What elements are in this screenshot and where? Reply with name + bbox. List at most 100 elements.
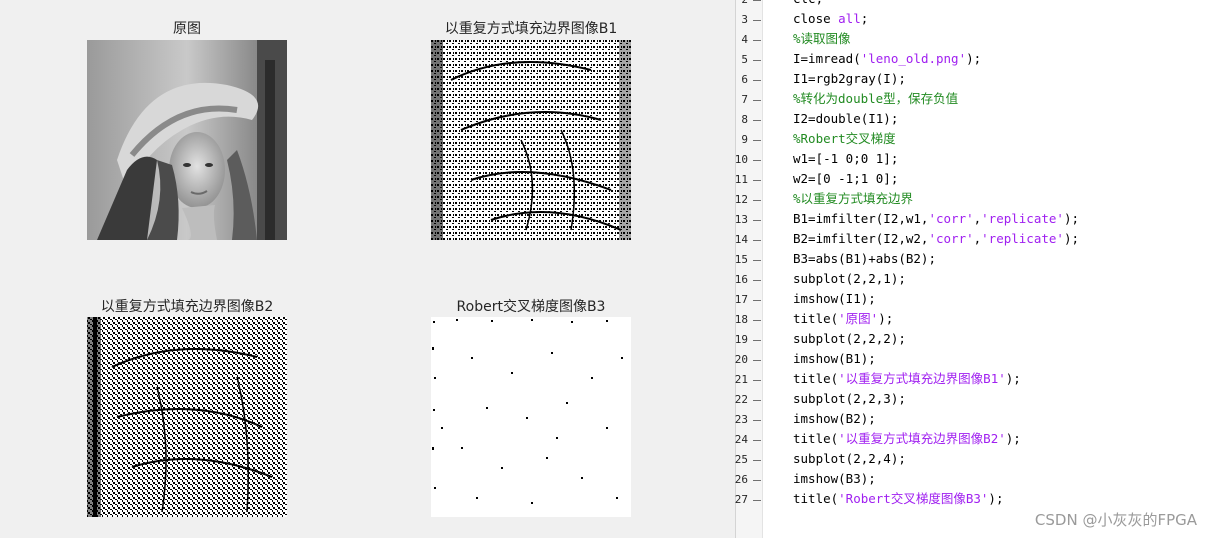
code-line[interactable]: subplot(2,2,4);	[793, 449, 906, 469]
line-number: 22	[734, 393, 748, 406]
figure-window: 原图 以重复方式填充边界图像B1 以重复方式填充边界图像B2 Robert交叉梯…	[0, 0, 735, 538]
code-line[interactable]: title('Robert交叉梯度图像B3');	[793, 489, 1003, 509]
code-line[interactable]: imshow(B3);	[793, 469, 876, 489]
line-number: 7	[741, 93, 748, 106]
code-token: );	[1005, 371, 1021, 386]
code-line[interactable]: clc;	[793, 0, 823, 9]
code-token: B2=imfilter(I2,w2,	[793, 231, 929, 246]
code-string: 'leno_old.png'	[860, 51, 967, 66]
code-string: 'Robert交叉梯度图像B3'	[838, 491, 989, 506]
line-marker	[753, 320, 761, 321]
line-number: 13	[734, 213, 748, 226]
line-number: 6	[741, 73, 748, 86]
line-marker	[753, 120, 761, 121]
line-marker	[753, 240, 761, 241]
line-marker	[753, 300, 761, 301]
code-line[interactable]: title('以重复方式填充边界图像B2');	[793, 429, 1021, 449]
code-line[interactable]: imshow(I1);	[793, 289, 876, 309]
csdn-watermark: CSDN @小灰灰的FPGA	[1034, 511, 1197, 529]
line-number: 17	[734, 293, 748, 306]
code-line[interactable]: I1=rgb2gray(I);	[793, 69, 906, 89]
code-line[interactable]: B2=imfilter(I2,w2,'corr','replicate');	[793, 229, 1079, 249]
line-marker	[753, 220, 761, 221]
code-line[interactable]: B1=imfilter(I2,w1,'corr','replicate');	[793, 209, 1079, 229]
line-number: 27	[734, 493, 748, 506]
line-marker	[753, 340, 761, 341]
code-token: title(	[793, 371, 839, 386]
line-number: 2	[720, 0, 748, 6]
line-number: 12	[734, 193, 748, 206]
code-string: 'corr'	[928, 231, 974, 246]
code-token: I=imread(	[793, 51, 861, 66]
line-marker	[753, 180, 761, 181]
line-number: 3	[741, 13, 748, 26]
code-token: close	[793, 11, 839, 26]
line-number: 10	[734, 153, 748, 166]
code-line[interactable]: I=imread('leno_old.png');	[793, 49, 981, 69]
code-string: 'replicate'	[981, 211, 1064, 226]
code-comment: %转化为double型，保存负值	[793, 91, 959, 106]
line-number: 8	[741, 113, 748, 126]
code-line[interactable]: I2=double(I1);	[793, 109, 898, 129]
line-number: 11	[734, 173, 748, 186]
code-line[interactable]: w2=[0 -1;1 0];	[793, 169, 898, 189]
lena-grayscale-image	[87, 40, 287, 240]
code-string: '原图'	[838, 311, 879, 326]
code-token: I1=rgb2gray(I);	[793, 71, 906, 86]
line-marker	[753, 360, 761, 361]
code-token: );	[1005, 431, 1021, 446]
code-comment: %读取图像	[793, 31, 851, 46]
code-token: );	[878, 311, 894, 326]
line-number: 14	[734, 233, 748, 246]
code-token: );	[1063, 231, 1080, 246]
line-marker	[753, 80, 761, 81]
roberts-b2-image	[87, 317, 287, 517]
line-marker	[753, 440, 761, 441]
subplot-title: 以重复方式填充边界图像B1	[444, 21, 618, 37]
code-token: B3=abs(B1)+abs(B2);	[793, 251, 936, 266]
code-token: );	[1063, 211, 1080, 226]
line-number: 18	[734, 313, 748, 326]
code-line[interactable]: %以重复方式填充边界	[793, 189, 913, 209]
line-number: 16	[734, 273, 748, 286]
code-line[interactable]: subplot(2,2,2);	[793, 329, 906, 349]
code-line[interactable]: title('以重复方式填充边界图像B1');	[793, 369, 1021, 389]
code-line[interactable]: %读取图像	[793, 29, 851, 49]
line-marker	[753, 160, 761, 161]
line-number: 15	[734, 253, 748, 266]
code-token: subplot(2,2,1);	[793, 271, 906, 286]
line-marker	[753, 380, 761, 381]
line-number: 21	[734, 373, 748, 386]
code-line[interactable]: %转化为double型，保存负值	[793, 89, 958, 109]
code-line[interactable]: imshow(B1);	[793, 349, 876, 369]
code-line[interactable]: B3=abs(B1)+abs(B2);	[793, 249, 936, 269]
code-line[interactable]: title('原图');	[793, 309, 893, 329]
line-number: 4	[741, 33, 748, 46]
code-token: clc;	[793, 0, 823, 6]
code-token: subplot(2,2,3);	[793, 391, 906, 406]
line-marker	[753, 480, 761, 481]
line-marker	[753, 460, 761, 461]
line-marker	[753, 400, 761, 401]
line-number: 20	[734, 353, 748, 366]
code-line[interactable]: subplot(2,2,1);	[793, 269, 906, 289]
code-comment: %以重复方式填充边界	[793, 191, 914, 206]
code-line[interactable]: %Robert交叉梯度	[793, 129, 896, 149]
code-line[interactable]: subplot(2,2,3);	[793, 389, 906, 409]
code-string: 'corr'	[928, 211, 974, 226]
code-token: imshow(B3);	[793, 471, 876, 486]
code-token: );	[966, 51, 982, 66]
line-number: 5	[741, 53, 748, 66]
code-line[interactable]: w1=[-1 0;0 1];	[793, 149, 898, 169]
code-line[interactable]: close all;	[793, 9, 868, 29]
line-marker	[753, 100, 761, 101]
line-marker	[753, 260, 761, 261]
line-number: 26	[734, 473, 748, 486]
code-line[interactable]: imshow(B2);	[793, 409, 876, 429]
roberts-b3-image	[431, 317, 631, 517]
code-token: imshow(I1);	[793, 291, 876, 306]
line-marker	[753, 280, 761, 281]
line-marker	[753, 200, 761, 201]
line-marker	[753, 0, 761, 1]
roberts-b1-image	[431, 40, 631, 240]
